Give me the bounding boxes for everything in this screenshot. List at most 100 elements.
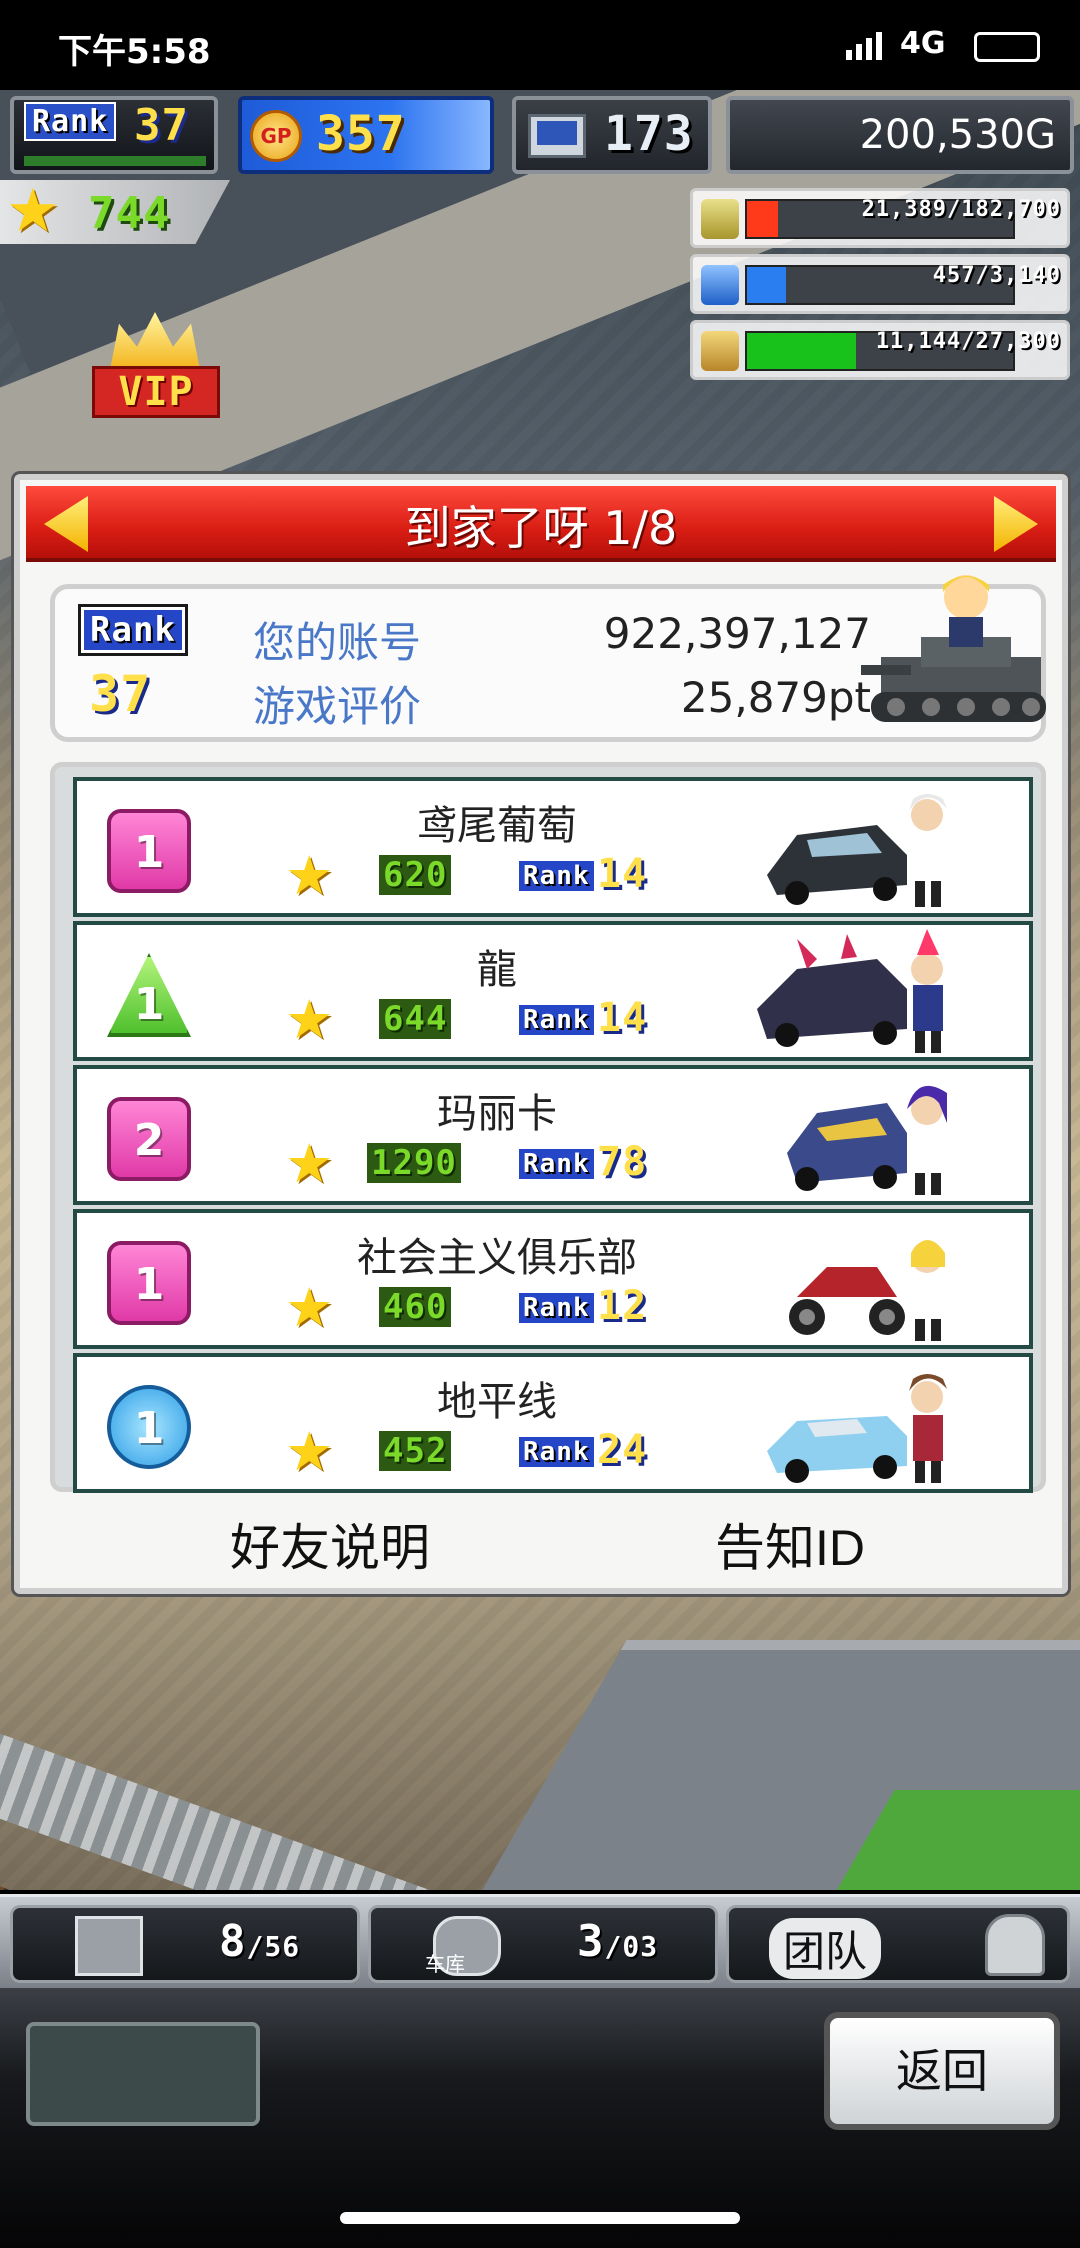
friend-name: 玛丽卡 <box>437 1091 557 1137</box>
potion-icon <box>701 265 739 305</box>
friend-badge: 1 <box>107 953 191 1037</box>
vip-badge[interactable]: VIP <box>92 312 220 422</box>
friend-row[interactable]: 1 龍 ★ 644 Rank 14 <box>73 921 1033 1061</box>
friend-points: 644 <box>379 999 452 1039</box>
friend-name: 地平线 <box>437 1379 557 1425</box>
friend-name: 鸢尾葡萄 <box>417 803 577 849</box>
friend-name: 龍 <box>477 947 517 993</box>
friend-help-button[interactable]: 好友说明 <box>180 1510 480 1586</box>
resource-text: 11,144/27,300 <box>875 329 1061 354</box>
computer-value: 173 <box>604 106 694 162</box>
tab-team[interactable]: 团队 <box>726 1905 1070 1983</box>
car-avatar-icon <box>757 929 943 1053</box>
game-score-value: 25,879pt <box>680 673 871 722</box>
vip-label: VIP <box>92 366 220 418</box>
star-icon: ★ <box>285 988 334 1051</box>
share-id-button[interactable]: 告知ID <box>640 1510 940 1586</box>
rank-value: 37 <box>134 100 189 151</box>
friend-points: 620 <box>379 855 452 895</box>
friend-points: 460 <box>379 1287 452 1327</box>
friend-rank-value: 78 <box>597 1139 648 1185</box>
battery-icon: 37 <box>974 32 1040 62</box>
resource-wheat[interactable]: 11,144/27,300 <box>690 320 1070 380</box>
my-account-card: Rank 37 您的账号 922,397,127 游戏评价 25,879pt <box>50 575 1046 742</box>
person-icon <box>985 1914 1045 1976</box>
gp-panel[interactable]: GP 357 <box>238 96 494 174</box>
network-type: 4G <box>900 26 946 61</box>
star-icon: ★ <box>6 176 60 246</box>
tab-garage-label: 车库 <box>425 1952 465 1976</box>
friend-rank-value: 14 <box>597 995 648 1041</box>
tab-parts[interactable]: 8/56 <box>10 1905 360 1983</box>
friend-rank-label: Rank <box>517 1291 596 1325</box>
back-button[interactable]: 返回 <box>824 2012 1060 2130</box>
box-icon <box>75 1916 143 1976</box>
home-indicator[interactable] <box>340 2212 740 2224</box>
car-avatar-icon <box>787 1085 947 1195</box>
motorcycle-avatar-icon <box>789 1217 945 1341</box>
friend-row[interactable]: 1 鸢尾葡萄 ★ 620 Rank 14 <box>73 777 1033 917</box>
star-icon: ★ <box>285 844 334 907</box>
money-value: 200,530G <box>859 112 1056 158</box>
resource-text: 457/3,140 <box>932 263 1061 288</box>
bottom-tab-bar: 8/56 车库 3/03 团队 <box>0 1894 1080 1988</box>
status-bar: 下午5:58 4G 37 <box>0 0 1080 90</box>
computer-panel[interactable]: 173 <box>512 96 712 174</box>
dialog-title: 到家了呀 1/8 <box>404 501 678 555</box>
tab-count: 3/03 <box>577 1916 659 1967</box>
tab-garage[interactable]: 车库 3/03 <box>368 1905 718 1983</box>
friend-row[interactable]: 1 地平线 ★ 452 Rank 24 <box>73 1353 1033 1493</box>
car-avatar-icon <box>767 1374 947 1483</box>
dialog-footer: 好友说明 告知ID <box>20 1510 1062 1590</box>
friend-badge: 1 <box>107 809 191 893</box>
friend-rank-label: Rank <box>517 1435 596 1469</box>
game-score-label: 游戏评价 <box>253 682 422 731</box>
resource-text: 21,389/182,700 <box>861 197 1061 222</box>
friend-list-dialog: 到家了呀 1/8 Rank 37 您的账号 922,397,127 游戏评价 2… <box>14 474 1068 1594</box>
star-icon: ★ <box>285 1132 334 1195</box>
resource-potion[interactable]: 457/3,140 <box>690 254 1070 314</box>
friend-badge: 1 <box>107 1241 191 1325</box>
friend-rank-value: 12 <box>597 1283 648 1329</box>
resource-coins[interactable]: 21,389/182,700 <box>690 188 1070 248</box>
account-rank-label: Rank <box>78 604 188 656</box>
star-icon: ★ <box>285 1420 334 1483</box>
account-id-value: 922,397,127 <box>603 609 871 658</box>
rank-progress-bar <box>24 156 206 166</box>
star-panel[interactable]: ★ 744 <box>0 180 230 244</box>
account-rank-value: 37 <box>89 665 152 723</box>
tab-count: 8/56 <box>219 1916 301 1967</box>
star-value: 744 <box>88 188 171 239</box>
friend-badge: 1 <box>107 1385 191 1469</box>
friend-points: 452 <box>379 1431 452 1471</box>
friend-points: 1290 <box>367 1143 461 1183</box>
crown-icon <box>110 312 200 370</box>
friend-list: 1 鸢尾葡萄 ★ 620 Rank 14 1 龍 ★ 644 Rank 14 2… <box>50 762 1046 1493</box>
tank-avatar-icon <box>861 575 1046 722</box>
friend-row[interactable]: 1 社会主义俱乐部 ★ 460 Rank 12 <box>73 1209 1033 1349</box>
friend-rank-value: 14 <box>597 851 648 897</box>
friend-rank-label: Rank <box>517 1003 596 1037</box>
friend-rank-label: Rank <box>517 1147 596 1181</box>
gp-value: 357 <box>316 106 406 162</box>
money-panel[interactable]: 200,530G <box>726 96 1074 174</box>
dialog-header: 到家了呀 1/8 <box>26 486 1056 562</box>
friend-name: 社会主义俱乐部 <box>357 1235 637 1281</box>
status-time: 下午5:58 <box>58 32 211 72</box>
friend-rank-label: Rank <box>517 859 596 893</box>
account-id-label: 您的账号 <box>253 618 422 667</box>
friend-rank-value: 24 <box>597 1427 648 1473</box>
friend-row[interactable]: 2 玛丽卡 ★ 1290 Rank 78 <box>73 1065 1033 1205</box>
empty-slot[interactable] <box>26 2022 260 2126</box>
tab-team-label: 团队 <box>769 1918 882 1979</box>
gp-coin-icon: GP <box>250 110 302 162</box>
friend-badge: 2 <box>107 1097 191 1181</box>
bottom-panel: 返回 <box>0 1988 1080 2248</box>
rank-label: Rank <box>24 102 117 141</box>
coins-icon <box>701 199 739 239</box>
rank-panel[interactable]: Rank 37 <box>10 96 218 174</box>
car-avatar-icon <box>767 794 947 907</box>
signal-icon <box>846 32 882 60</box>
computer-icon <box>528 114 586 158</box>
wheat-icon <box>701 331 739 371</box>
